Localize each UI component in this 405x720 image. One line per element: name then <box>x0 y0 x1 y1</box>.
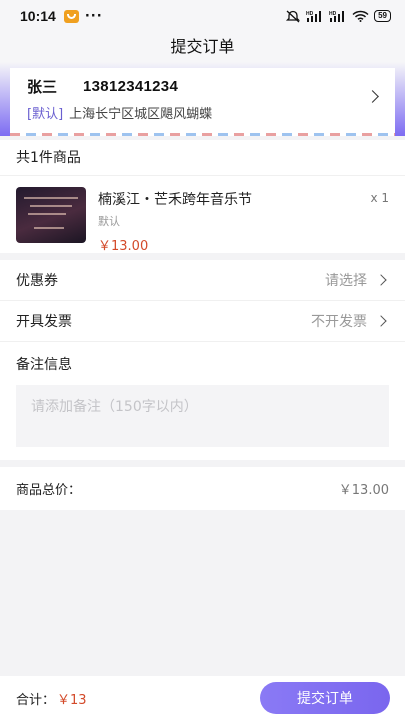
status-more: ··· <box>84 8 103 24</box>
default-address-tag: [默认] <box>27 107 64 122</box>
goods-section: 共1件商品 楠溪江・芒禾跨年音乐节 默认 ￥13.00 x 1 <box>0 140 405 254</box>
goods-quantity: x 1 <box>370 191 389 205</box>
invoice-row[interactable]: 开具发票 不开发票 <box>0 301 405 342</box>
recipient-phone: 13812341234 <box>83 78 179 95</box>
recipient-name: 张三 <box>27 78 58 96</box>
submit-order-button[interactable]: 提交订单 <box>260 682 390 714</box>
coupon-row[interactable]: 优惠券 请选择 <box>0 260 405 301</box>
total-label: 商品总价： <box>16 483 82 498</box>
chevron-right-icon <box>375 315 387 327</box>
address-detail-row: [默认] 上海长宁区城区飓风蝴蝶 <box>27 103 379 122</box>
list-item[interactable]: 楠溪江・芒禾跨年音乐节 默认 ￥13.00 x 1 <box>0 176 405 254</box>
invoice-value: 不开发票 <box>311 314 367 330</box>
status-bar: 10:14 ··· HD HD 59 <box>0 0 405 32</box>
coupon-label: 优惠券 <box>16 273 58 289</box>
remark-label: 备注信息 <box>16 357 72 373</box>
wifi-icon <box>352 10 369 22</box>
sum-value: ￥13 <box>57 692 87 708</box>
signal-hd-icon: HD <box>306 11 322 22</box>
bottom-bar: 合计： ￥13 提交订单 <box>0 676 405 720</box>
mute-icon <box>286 10 301 22</box>
order-options: 优惠券 请选择 开具发票 不开发票 备注信息 <box>0 260 405 460</box>
goods-spec: 默认 <box>98 215 120 228</box>
signal-hd-icon: HD <box>329 11 345 22</box>
invoice-label: 开具发票 <box>16 314 72 330</box>
goods-name: 楠溪江・芒禾跨年音乐节 <box>98 192 252 208</box>
goods-price: ￥13.00 <box>98 239 149 254</box>
total-value: ￥13.00 <box>338 483 389 498</box>
goods-thumbnail <box>16 187 86 243</box>
goods-info: 楠溪江・芒禾跨年音乐节 默认 ￥13.00 <box>98 187 393 254</box>
remark-input[interactable] <box>16 385 389 447</box>
app-notification-icon <box>63 9 79 23</box>
page-title: 提交订单 <box>0 32 405 62</box>
status-time: 10:14 <box>20 8 56 24</box>
address-section: 张三 13812341234 [默认] 上海长宁区城区飓风蝴蝶 <box>0 62 405 136</box>
remark-section: 备注信息 <box>0 342 405 460</box>
address-contact-row: 张三 13812341234 <box>27 76 379 97</box>
status-indicators: HD HD 59 <box>285 10 391 23</box>
chevron-right-icon <box>375 274 387 286</box>
address-detail: 上海长宁区城区飓风蝴蝶 <box>69 107 213 122</box>
envelope-stripe-divider <box>10 133 395 136</box>
address-card[interactable]: 张三 13812341234 [默认] 上海长宁区城区飓风蝴蝶 <box>10 68 395 136</box>
sum-label: 合计： <box>16 692 56 708</box>
coupon-value: 请选择 <box>325 273 367 289</box>
goods-count: 共1件商品 <box>0 140 405 176</box>
battery-icon: 59 <box>374 10 391 22</box>
goods-total-row: 商品总价： ￥13.00 <box>0 467 405 510</box>
